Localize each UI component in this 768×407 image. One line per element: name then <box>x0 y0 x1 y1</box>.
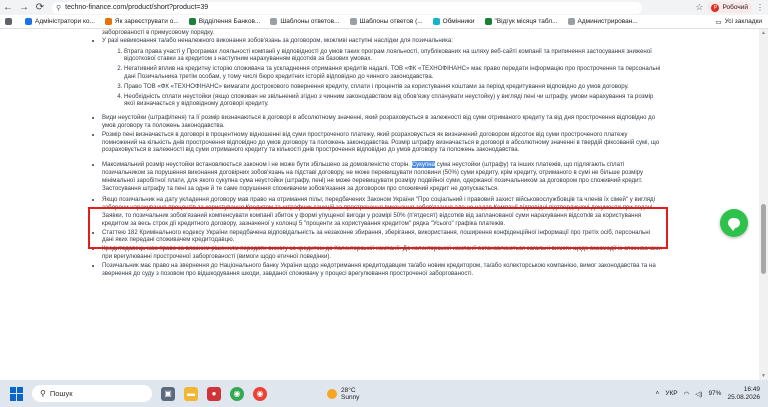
weather-widget[interactable]: 28°C Sunny <box>327 387 359 401</box>
sun-icon <box>327 388 337 399</box>
reload-icon[interactable]: ⟳ <box>32 0 48 15</box>
weather-desc: Sunny <box>341 393 360 401</box>
app-icon[interactable]: ● <box>207 386 221 401</box>
url-text: techno-finance.com/product/short?product… <box>65 4 209 11</box>
bookmark-item[interactable]: Обмінники <box>428 18 480 25</box>
list-item: Розмір пені визначається в договорі в пр… <box>102 131 662 154</box>
terms-list: У разі невиконання та/або неналежного ви… <box>92 37 662 278</box>
terms-text: заборгованості в примусовому порядку. У … <box>92 29 662 278</box>
list-item: У разі невиконання та/або неналежного ви… <box>102 37 662 108</box>
chat-icon <box>728 218 740 231</box>
bookmark-favicon-icon <box>270 18 278 25</box>
bookmark-item[interactable]: Шаблоны ответов (... <box>345 18 428 25</box>
search-placeholder: Пошук <box>49 389 73 398</box>
back-icon[interactable]: ← <box>0 0 16 15</box>
list-item-text: Максимальний розмір неустойки встановлює… <box>102 161 412 169</box>
scroll-up-icon[interactable]: ▲ <box>759 29 768 37</box>
folder-icon: ▭ <box>715 18 722 26</box>
scroll-down-icon[interactable]: ▼ <box>759 372 768 380</box>
all-bookmarks[interactable]: ▭ Усі закладки <box>715 18 768 26</box>
chat-button[interactable] <box>720 209 748 237</box>
bookmark-label: Як зареєструвати о... <box>114 18 179 25</box>
bookmark-favicon-icon <box>25 18 32 25</box>
search-icon: ⚲ <box>40 389 46 398</box>
menu-icon[interactable]: ⋮ <box>756 3 764 12</box>
site-info-icon[interactable]: ⚲ <box>56 4 61 12</box>
bookmark-label: Шаблоны ответов... <box>280 18 340 25</box>
consequences-list: Втрата права участі у Програмах лояльнос… <box>102 48 662 109</box>
bookmark-favicon-icon <box>349 18 357 25</box>
list-item: Види неустойки (штраф/пеня) та її розмір… <box>102 114 662 130</box>
wifi-icon[interactable]: ◠ <box>684 390 690 398</box>
bookmark-item[interactable]: Адміністратори ко... <box>20 18 100 25</box>
address-bar[interactable]: ⚲ techno-finance.com/product/short?produ… <box>52 1 642 14</box>
list-item-text: У разі невиконання та/або неналежного ви… <box>102 36 453 44</box>
list-item: Втрата права участі у Програмах лояльнос… <box>124 48 662 64</box>
chrome-icon[interactable]: ◉ <box>230 386 244 401</box>
bookmark-item[interactable]: Як зареєструвати о... <box>100 18 184 25</box>
system-tray: ˄ УКР ◠ ◁) 97% 16:49 25.08.2026 <box>656 386 768 401</box>
bookmark-label: Шаблоны ответов (... <box>359 18 423 25</box>
taskbar: ⚲ Пошук ▣ ▬ ● ◉ ◉ 28°C Sunny ˄ УКР ◠ ◁) … <box>0 380 768 407</box>
battery-indicator[interactable]: 97% <box>708 390 721 397</box>
chevron-up-icon[interactable]: ˄ <box>656 390 660 397</box>
list-item: Якщо позичальник на дату укладення догов… <box>102 196 662 227</box>
forward-icon[interactable]: → <box>16 0 32 15</box>
bookmarks-bar: Адміністратори ко... Як зареєструвати о..… <box>0 15 768 29</box>
bookmark-label: Адміністратори ко... <box>35 18 95 25</box>
list-item: Право ТОВ «ФК «ТЕХНОФІНАНС» вимагати дос… <box>124 83 662 91</box>
taskbar-search[interactable]: ⚲ Пошук <box>32 385 152 402</box>
bookmark-apps[interactable] <box>0 18 20 25</box>
chrome-profile-icon[interactable]: ◉ <box>253 386 267 401</box>
volume-icon[interactable]: ◁) <box>695 390 702 398</box>
list-item: Необхідність сплати неустойки (якщо спож… <box>124 93 662 109</box>
clock-date: 25.08.2026 <box>727 393 760 401</box>
profile-button[interactable]: Р Робочий <box>707 2 752 13</box>
bookmark-label: Відділення Банков... <box>198 18 261 25</box>
list-item: Статтею 182 Кримінального кодексу Україн… <box>102 229 662 245</box>
bookmark-label: Администрирован... <box>577 18 638 25</box>
task-view-icon[interactable]: ▣ <box>161 386 175 401</box>
page-content: заборгованості в примусовому порядку. У … <box>0 29 768 380</box>
list-item: Кредитодавець має право за власним рішен… <box>102 245 662 261</box>
selected-text[interactable]: Сукупна <box>411 161 436 169</box>
file-explorer-icon[interactable]: ▬ <box>184 386 198 401</box>
clock-time: 16:49 <box>743 386 760 393</box>
language-indicator[interactable]: УКР <box>665 390 677 397</box>
weather-temp: 28°C <box>341 386 356 394</box>
bookmark-item[interactable]: "Відгук місяця табл... <box>480 18 563 25</box>
bookmark-item[interactable]: Відділення Банков... <box>184 18 266 25</box>
toolbar-right: ☆ Р Робочий ⋮ <box>695 2 768 13</box>
bookmark-favicon-icon <box>188 18 196 25</box>
list-item: Негативний вплив на кредитну історію спо… <box>124 65 662 81</box>
bookmark-item[interactable]: Шаблоны ответов... <box>265 18 344 25</box>
clock[interactable]: 16:49 25.08.2026 <box>727 386 760 401</box>
browser-toolbar: ← → ⟳ ⚲ techno-finance.com/product/short… <box>0 0 768 15</box>
bookmark-label: Обмінники <box>442 18 475 25</box>
bookmark-label: "Відгук місяця табл... <box>494 18 558 25</box>
bookmark-favicon-icon <box>567 18 575 25</box>
avatar: Р <box>711 3 720 12</box>
all-bookmarks-label: Усі закладки <box>724 18 762 25</box>
list-item: Максимальний розмір неустойки встановлює… <box>102 161 662 192</box>
scrollbar-thumb[interactable] <box>761 204 766 274</box>
list-item: Позичальник має право на звернення до На… <box>102 262 662 278</box>
bookmark-favicon-icon <box>432 18 440 25</box>
profile-name: Робочий <box>722 4 748 11</box>
paragraph-continuation: заборгованості в примусовому порядку. <box>102 29 215 36</box>
bookmark-favicon-icon <box>484 18 492 25</box>
windows-start-icon[interactable] <box>10 386 24 401</box>
bookmark-favicon-icon <box>104 18 112 25</box>
bookmark-star-icon[interactable]: ☆ <box>695 2 703 13</box>
bookmark-item[interactable]: Администрирован... <box>563 18 643 25</box>
scrollbar[interactable]: ▲ ▼ <box>759 29 768 380</box>
